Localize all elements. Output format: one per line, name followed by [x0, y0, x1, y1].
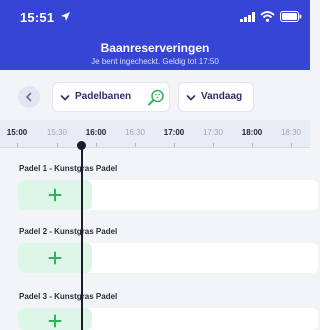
tick-mark — [291, 143, 292, 147]
cellular-signal-icon — [240, 12, 255, 22]
checkin-status: Je bent ingecheckt. Geldig tot 17:50 — [91, 57, 219, 66]
tick-mark — [96, 143, 97, 147]
time-tick: 18:00 — [241, 128, 263, 137]
current-time-marker — [77, 141, 86, 150]
tick-mark — [57, 143, 58, 147]
tick-mark — [17, 143, 18, 147]
time-tick: 15:00 — [6, 128, 28, 137]
time-tick: 16:00 — [85, 128, 107, 137]
tick-mark — [213, 143, 214, 147]
plus-icon — [48, 188, 62, 202]
tick-mark — [174, 143, 175, 147]
back-button[interactable] — [18, 86, 40, 108]
tick-mark — [252, 143, 253, 147]
courts-filter-dropdown[interactable]: Padelbanen — [52, 82, 170, 112]
time-tick: 17:00 — [163, 128, 185, 137]
time-tick: 15:30 — [46, 128, 68, 137]
status-time: 15:51 — [20, 10, 55, 25]
current-time-indicator — [81, 145, 83, 330]
plus-icon — [48, 251, 62, 265]
wifi-icon — [260, 11, 275, 22]
date-filter-label: Vandaag — [201, 91, 243, 102]
status-bar: 15:51 — [0, 0, 310, 36]
time-tick: 18:30 — [280, 128, 302, 137]
chevron-down-icon — [186, 95, 196, 101]
time-tick: 17:30 — [202, 128, 224, 137]
plus-icon — [48, 314, 62, 328]
court-name: Padel 3 - Kunstgras Padel — [19, 292, 118, 301]
page-title: Baanreserveringen — [100, 41, 210, 55]
court-name: Padel 1 - Kunstgras Padel — [19, 164, 118, 173]
tick-mark — [135, 143, 136, 147]
court-name: Padel 2 - Kunstgras Padel — [19, 227, 118, 236]
location-arrow-icon — [61, 12, 70, 21]
time-axis[interactable]: 15:00 15:30 16:00 16:30 17:00 17:30 18:0… — [0, 120, 310, 148]
padel-racket-icon — [148, 89, 164, 106]
time-tick: 16:30 — [124, 128, 146, 137]
app-header: 15:51 Baanreserveringen Je bent ingechec… — [0, 0, 310, 70]
chevron-down-icon — [60, 95, 70, 101]
courts-filter-label: Padelbanen — [75, 91, 132, 102]
date-filter-dropdown[interactable]: Vandaag — [178, 82, 254, 112]
chevron-left-icon — [25, 92, 32, 102]
battery-icon — [280, 11, 302, 22]
